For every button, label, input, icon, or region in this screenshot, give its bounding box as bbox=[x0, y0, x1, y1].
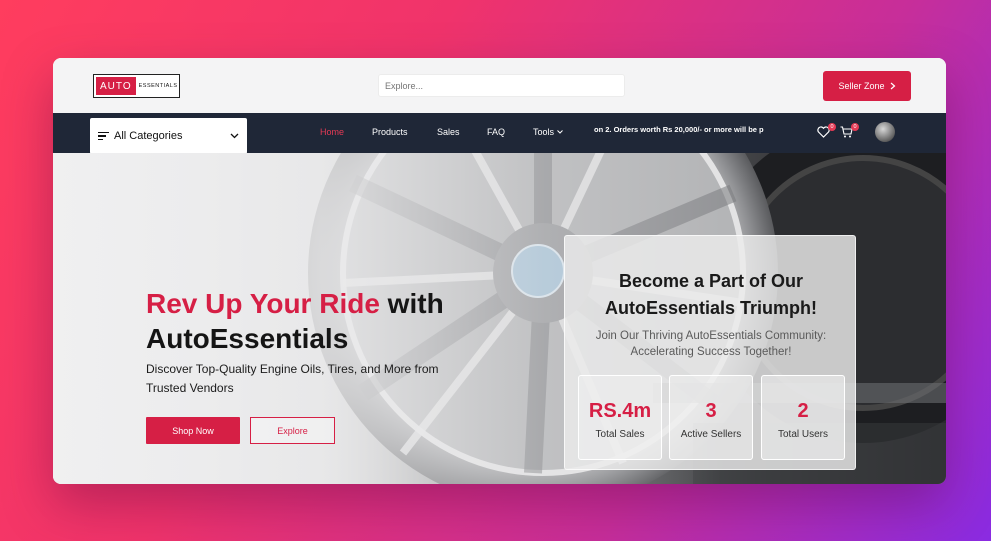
card-subtitle: Join Our Thriving AutoEssentials Communi… bbox=[595, 330, 827, 358]
nav-link-tools[interactable]: Tools bbox=[533, 127, 563, 137]
stat-total-sales: RS.4m Total Sales bbox=[578, 375, 662, 460]
nav-link-sales[interactable]: Sales bbox=[437, 127, 460, 137]
hero-title-highlight: Rev Up Your Ride bbox=[146, 288, 380, 319]
hero-section: Rev Up Your Ride with AutoEssentials Dis… bbox=[53, 153, 946, 484]
ticker-text: on 2. Orders worth Rs 20,000/- or more w… bbox=[594, 125, 764, 134]
all-categories-dropdown[interactable]: All Categories bbox=[90, 118, 247, 154]
user-avatar[interactable] bbox=[875, 122, 895, 142]
browser-window: AUTO ESSENTIALS Seller Zone All Categori… bbox=[53, 58, 946, 484]
top-header: AUTO ESSENTIALS Seller Zone bbox=[53, 58, 946, 113]
seller-zone-button[interactable]: Seller Zone bbox=[823, 71, 911, 101]
announcement-ticker: on 2. Orders worth Rs 20,000/- or more w… bbox=[594, 125, 784, 139]
stat-active-sellers: 3 Active Sellers bbox=[669, 375, 753, 460]
brand-logo[interactable]: AUTO ESSENTIALS bbox=[93, 74, 180, 98]
nav-link-home[interactable]: Home bbox=[320, 127, 344, 137]
logo-auto-text: AUTO bbox=[96, 77, 136, 95]
menu-lines-icon bbox=[98, 130, 109, 143]
tools-label: Tools bbox=[533, 127, 555, 137]
search-input[interactable] bbox=[378, 74, 625, 97]
explore-button[interactable]: Explore bbox=[250, 417, 335, 444]
chevron-down-icon bbox=[557, 130, 563, 134]
hero-title: Rev Up Your Ride with AutoEssentials bbox=[146, 286, 486, 356]
wishlist-button[interactable]: 0 bbox=[817, 123, 836, 141]
nav-link-products[interactable]: Products bbox=[372, 127, 408, 137]
cart-button[interactable]: 0 bbox=[840, 123, 859, 141]
stat-total-users: 2 Total Users bbox=[761, 375, 845, 460]
seller-zone-label: Seller Zone bbox=[838, 81, 885, 91]
main-nav: All Categories Home Products Sales FAQ T… bbox=[53, 113, 946, 154]
chevron-right-icon bbox=[890, 82, 895, 90]
stat-label: Total Users bbox=[777, 429, 828, 440]
hero-subtitle: Discover Top-Quality Engine Oils, Tires,… bbox=[146, 362, 439, 395]
card-title: Become a Part of Our AutoEssentials Triu… bbox=[604, 271, 818, 318]
hero-title-with: with bbox=[379, 288, 444, 319]
wishlist-count-badge: 0 bbox=[828, 123, 836, 131]
community-card: Become a Part of Our AutoEssentials Triu… bbox=[564, 235, 856, 470]
stat-label: Active Sellers bbox=[680, 429, 742, 440]
stat-value: RS.4m bbox=[588, 400, 652, 422]
shop-now-button[interactable]: Shop Now bbox=[146, 417, 240, 444]
logo-essentials-text: ESSENTIALS bbox=[138, 83, 178, 89]
nav-link-faq[interactable]: FAQ bbox=[487, 127, 505, 137]
cart-count-badge: 0 bbox=[851, 123, 859, 131]
stat-value: 2 bbox=[797, 400, 809, 422]
hero-title-brand: AutoEssentials bbox=[146, 323, 349, 354]
stat-label: Total Sales bbox=[595, 429, 645, 440]
categories-label: All Categories bbox=[114, 130, 183, 142]
chevron-down-icon bbox=[230, 133, 239, 139]
stat-value: 3 bbox=[705, 400, 717, 422]
